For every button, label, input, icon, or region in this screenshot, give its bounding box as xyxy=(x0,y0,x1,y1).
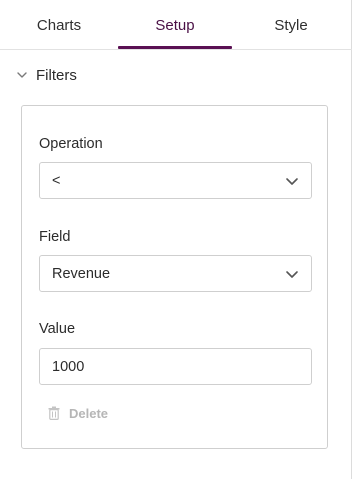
properties-panel: Charts Setup Style Filters Operation < F… xyxy=(0,0,352,479)
active-tab-indicator xyxy=(118,46,232,49)
trash-icon xyxy=(48,406,60,421)
field-label: Field xyxy=(39,229,71,245)
section-title: Filters xyxy=(36,66,77,84)
tab-style[interactable]: Style xyxy=(232,0,350,50)
field-select[interactable]: Revenue xyxy=(39,255,312,292)
chevron-down-icon xyxy=(285,267,299,281)
operation-select[interactable]: < xyxy=(39,162,312,199)
delete-label: Delete xyxy=(69,405,109,421)
value-text: 1000 xyxy=(52,358,85,375)
filters-section-toggle[interactable]: Filters xyxy=(14,62,334,88)
field-value: Revenue xyxy=(52,265,111,282)
value-label: Value xyxy=(39,321,76,337)
tab-charts[interactable]: Charts xyxy=(0,0,118,50)
filter-card: Operation < Field Revenue Value 1000 Del… xyxy=(21,105,328,449)
value-input[interactable]: 1000 xyxy=(39,348,312,385)
chevron-down-icon xyxy=(285,174,299,188)
operation-value: < xyxy=(52,172,61,189)
tab-bar: Charts Setup Style xyxy=(0,0,352,50)
chevron-down-icon xyxy=(14,67,30,83)
operation-label: Operation xyxy=(39,136,103,152)
delete-filter-button[interactable]: Delete xyxy=(48,404,108,422)
tab-setup[interactable]: Setup xyxy=(118,0,232,50)
